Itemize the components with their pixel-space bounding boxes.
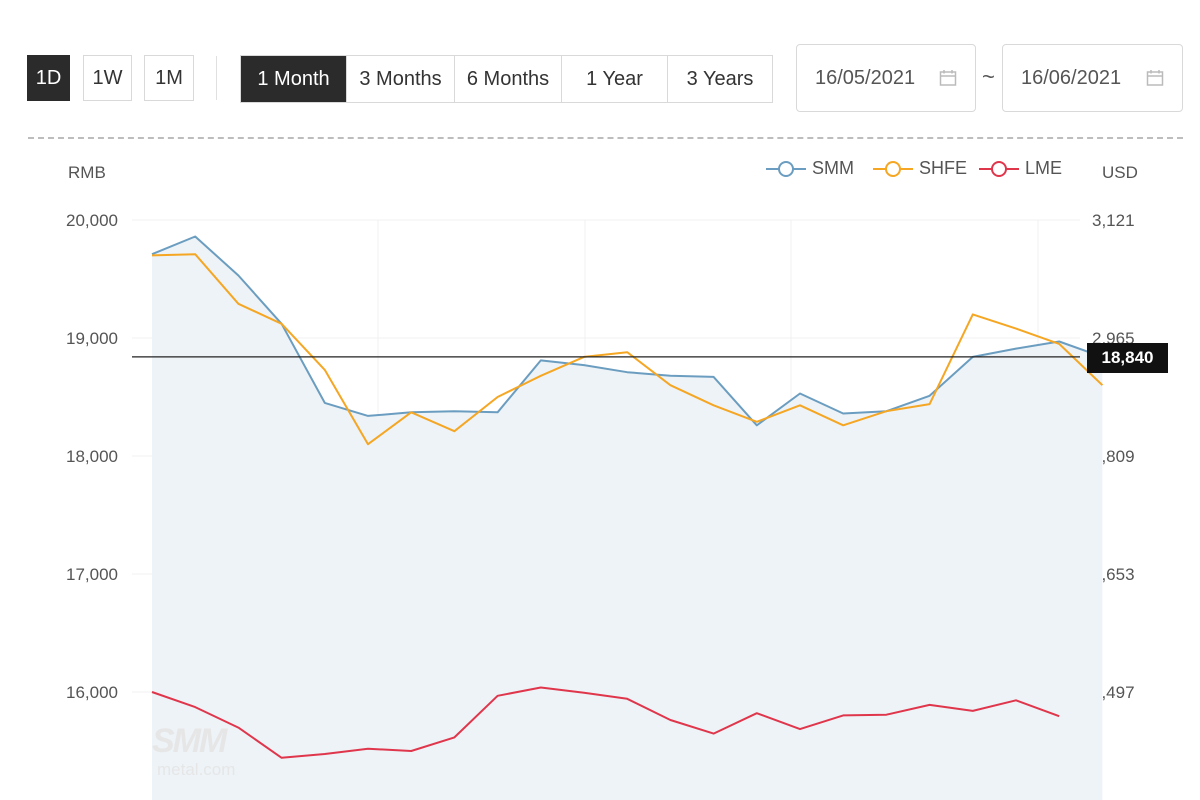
interval-1m-button[interactable]: 1M	[144, 55, 194, 101]
toolbar-divider	[216, 56, 217, 100]
toolbar-separator	[28, 137, 1183, 139]
calendar-icon[interactable]	[1146, 69, 1164, 87]
right-axis-tick-label: 3,121	[1092, 211, 1135, 230]
interval-1w-button[interactable]: 1W	[83, 55, 132, 101]
date-from-field[interactable]: 16/05/2021	[796, 44, 976, 112]
range-6-months-button[interactable]: 6 Months	[455, 56, 562, 102]
watermark-url: metal.com	[157, 760, 236, 779]
current-value-label: 18,840	[1087, 343, 1168, 373]
date-range-separator: ~	[982, 64, 995, 89]
left-axis-tick-label: 19,000	[66, 329, 118, 348]
range-1-month-button[interactable]: 1 Month	[241, 56, 347, 102]
left-axis-tick-label: 18,000	[66, 447, 118, 466]
left-axis-tick-label: 20,000	[66, 211, 118, 230]
range-3-months-button[interactable]: 3 Months	[347, 56, 455, 102]
date-from-value: 16/05/2021	[815, 66, 916, 89]
price-chart: 20,00019,00018,00017,00016,0003,1212,965…	[66, 211, 1135, 800]
left-axis-tick-label: 17,000	[66, 565, 118, 584]
left-axis-tick-label: 16,000	[66, 683, 118, 702]
smm-area	[152, 236, 1103, 800]
date-to-field[interactable]: 16/06/2021	[1002, 44, 1183, 112]
range-selector: 1 Month 3 Months 6 Months 1 Year 3 Years	[240, 55, 773, 103]
calendar-icon[interactable]	[939, 69, 957, 87]
range-3-years-button[interactable]: 3 Years	[668, 56, 772, 102]
watermark-logo: SMM	[152, 722, 227, 760]
interval-1d-button[interactable]: 1D	[27, 55, 70, 101]
date-to-value: 16/06/2021	[1021, 66, 1122, 89]
range-1-year-button[interactable]: 1 Year	[562, 56, 668, 102]
